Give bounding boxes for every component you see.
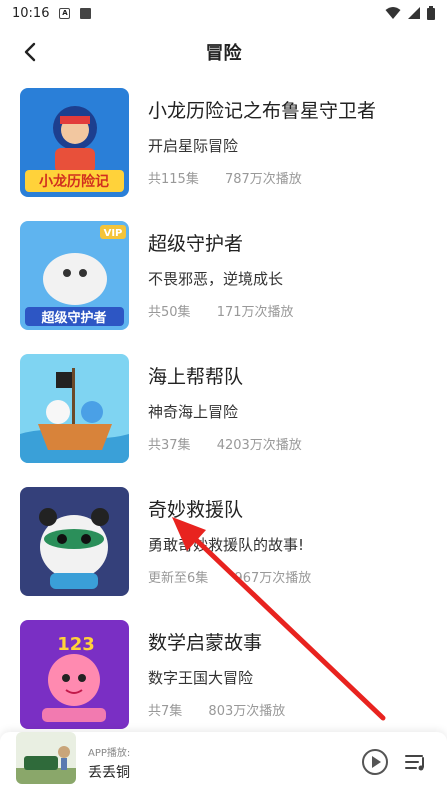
play-count: 171万次播放: [216, 305, 294, 320]
list-item[interactable]: 小龙历险记 小龙历险记之布鲁星守卫者 开启星际冒险 共115集 787万次播放: [0, 78, 447, 198]
back-button[interactable]: [16, 38, 44, 66]
album-title: 奇妙救援队: [148, 499, 244, 521]
play-count: 967万次播放: [234, 571, 312, 586]
album-meta: 共115集 787万次播放: [148, 168, 302, 187]
title-bar: 冒险: [0, 26, 447, 78]
album-meta: 更新至6集 967万次播放: [148, 567, 311, 586]
episode-count: 共7集: [148, 704, 183, 719]
svg-text:VIP: VIP: [104, 228, 123, 239]
player-source-label: APP播放:: [88, 748, 131, 759]
album-cover: 小龙历险记: [20, 88, 129, 197]
album-description: 开启星际冒险: [148, 137, 239, 155]
play-count: 803万次播放: [208, 704, 286, 719]
list-item[interactable]: VIP 超级守护者 超级守护者 不畏邪恶，逆境成长 共50集 171万次播放: [0, 211, 447, 331]
notification-icon: A: [59, 7, 71, 19]
signal-icon: [408, 7, 420, 19]
list-item[interactable]: 123 数学启蒙故事 数字王国大冒险 共7集 803万次播放: [0, 610, 447, 730]
wifi-icon: [385, 7, 401, 19]
album-cover: [20, 487, 129, 596]
status-time: 10:16: [12, 5, 50, 21]
list-item[interactable]: 奇妙救援队 勇敢奇妙救援队的故事! 更新至6集 967万次播放: [0, 477, 447, 597]
page-title: 冒险: [205, 43, 242, 64]
episode-count: 共50集: [148, 305, 191, 320]
play-count: 4203万次播放: [216, 438, 302, 453]
list-item[interactable]: 海上帮帮队 神奇海上冒险 共37集 4203万次播放: [0, 344, 447, 464]
episode-count: 共37集: [148, 438, 191, 453]
mini-player[interactable]: APP播放: 丢丢铜: [0, 732, 447, 796]
album-meta: 共37集 4203万次播放: [148, 434, 302, 453]
notification-square-icon: [80, 7, 92, 19]
player-song-title: 丢丢铜: [88, 765, 130, 781]
album-cover: VIP 超级守护者: [20, 221, 129, 330]
player-thumbnail: [16, 732, 76, 784]
album-description: 不畏邪恶，逆境成长: [148, 270, 284, 288]
status-bar: 10:16 A: [0, 0, 447, 26]
album-meta: 共7集 803万次播放: [148, 700, 285, 719]
album-title: 海上帮帮队: [148, 366, 244, 388]
play-count: 787万次播放: [224, 172, 302, 187]
album-description: 勇敢奇妙救援队的故事!: [148, 536, 305, 554]
album-title: 超级守护者: [148, 233, 244, 255]
svg-text:小龙历险记: 小龙历险记: [39, 173, 109, 190]
album-title: 数学启蒙故事: [148, 632, 263, 654]
play-button[interactable]: [362, 749, 388, 775]
album-cover: [20, 354, 129, 463]
back-arrow-icon: [24, 42, 36, 62]
album-description: 数字王国大冒险: [148, 669, 254, 687]
playlist-icon: [405, 755, 424, 771]
album-meta: 共50集 171万次播放: [148, 301, 294, 320]
battery-icon: [427, 6, 435, 20]
album-description: 神奇海上冒险: [148, 403, 239, 421]
svg-text:超级守护者: 超级守护者: [41, 310, 106, 326]
episode-count: 更新至6集: [148, 571, 209, 586]
album-title: 小龙历险记之布鲁星守卫者: [148, 100, 377, 122]
playlist-button[interactable]: [404, 750, 428, 774]
album-cover: 123: [20, 620, 129, 729]
svg-text:123: 123: [57, 634, 95, 655]
episode-count: 共115集: [148, 172, 199, 187]
